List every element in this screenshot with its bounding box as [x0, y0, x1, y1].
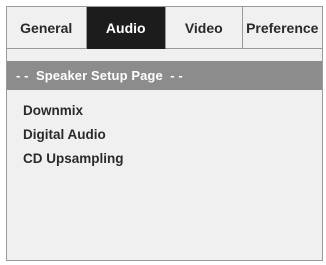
menu-list: Downmix Digital Audio CD Upsampling: [23, 99, 124, 171]
menu-item-downmix[interactable]: Downmix: [23, 99, 124, 123]
page-header-bar: - - Speaker Setup Page - -: [7, 61, 322, 90]
tab-general[interactable]: General: [7, 7, 87, 49]
tab-video[interactable]: Video: [166, 7, 243, 49]
tab-preference[interactable]: Preference: [242, 7, 322, 49]
tab-bar: General Audio Video Preference: [7, 7, 322, 49]
menu-item-digital-audio[interactable]: Digital Audio: [23, 123, 124, 147]
page-title: - - Speaker Setup Page - -: [16, 68, 183, 83]
menu-item-cd-upsampling[interactable]: CD Upsampling: [23, 147, 124, 171]
tab-audio[interactable]: Audio: [86, 7, 166, 49]
setup-menu-panel: General Audio Video Preference - - Speak…: [6, 6, 323, 261]
